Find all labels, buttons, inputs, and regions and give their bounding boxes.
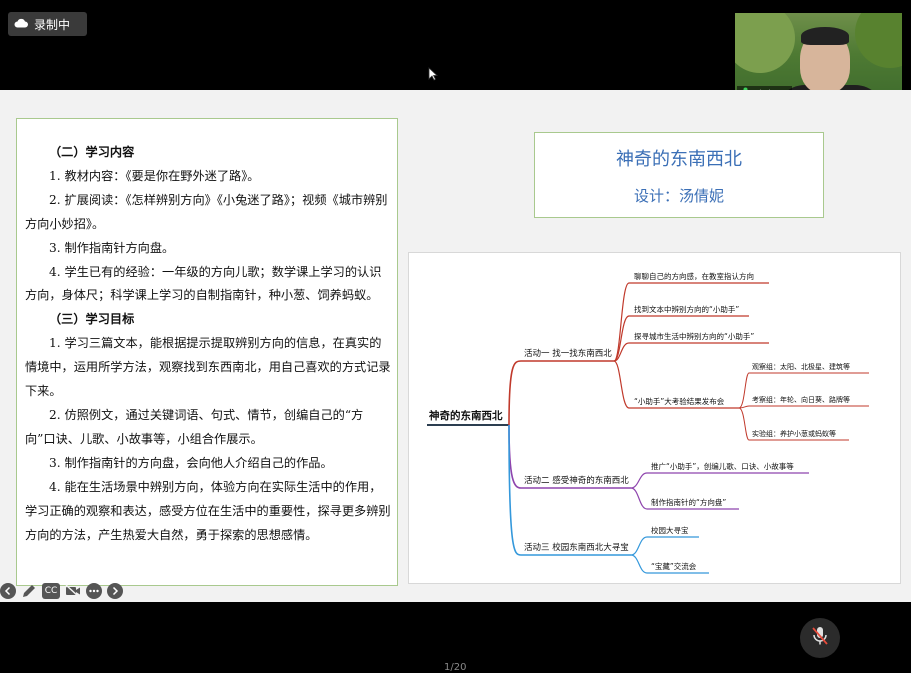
mindmap-root: 神奇的东南西北 [429, 409, 503, 422]
camera-off-icon[interactable] [65, 583, 81, 599]
branch-connector [508, 424, 522, 556]
branch-connector [508, 360, 522, 426]
pen-icon[interactable] [21, 583, 37, 599]
leaf-connector [613, 360, 630, 409]
leaf-label: 考察组：年轮、向日葵、路牌等 [752, 395, 850, 404]
leaf-label: “宝藏”交流会 [651, 561, 697, 571]
participant-figure [801, 27, 849, 45]
learning-content-panel: （二）学习内容 1. 教材内容：《要是你在野外迷了路》。 2. 扩展阅读：《怎样… [16, 118, 398, 586]
more-icon[interactable] [86, 583, 102, 599]
recording-label: 录制中 [34, 17, 71, 32]
lesson-title-box: 神奇的东南西北 设计：汤倩妮 [534, 132, 824, 218]
content-item: 1. 教材内容：《要是你在野外迷了路》。 [49, 168, 260, 183]
video-background [735, 13, 795, 73]
content-item: 3. 制作指南针方向盘。 [49, 240, 175, 255]
mic-muted-icon [811, 626, 829, 650]
bottom-bar: 1/20 [0, 602, 911, 673]
lesson-title: 神奇的东南西北 [616, 149, 742, 170]
next-icon[interactable] [107, 583, 123, 599]
shared-slide: （二）学习内容 1. 教材内容：《要是你在野外迷了路》。 2. 扩展阅读：《怎样… [0, 90, 911, 602]
section-heading: （三）学习目标 [49, 312, 135, 327]
cc-icon[interactable]: CC [42, 583, 60, 599]
video-background [855, 13, 902, 68]
cc-label: CC [44, 586, 58, 596]
section-heading: （二）学习内容 [49, 145, 135, 159]
leaf-connector [630, 554, 648, 574]
prev-icon[interactable] [0, 583, 16, 599]
content-item: 2. 扩展阅读：《怎样辨别方向》《小兔迷了路》；视频《城市辨别方向小妙招》。 [25, 192, 388, 231]
cloud-icon [14, 17, 28, 31]
branch-label: 活动二 感受神奇的东南西北 [524, 475, 629, 486]
leaf-label: 聊聊自己的方向感，在教室指认方向 [634, 271, 754, 281]
leaf-label: 制作指南针的“方向盘” [651, 497, 726, 507]
branch-connector [508, 424, 522, 489]
goal-item: 3. 制作指南针的方向盘，会向他人介绍自己的作品。 [49, 455, 333, 470]
leaf-label: 探寻城市生活中辨别方向的“小助手” [634, 331, 754, 341]
leaf-label: 找到文本中辨别方向的“小助手” [634, 304, 739, 314]
mouse-cursor-icon [428, 66, 439, 85]
top-bar: 录制中 陆志平 [0, 0, 911, 105]
mind-map: 神奇的东南西北 活动一 找一找东南西北 聊聊自己的方向感，在教室指认方向 找到文… [408, 252, 901, 584]
recording-badge[interactable]: 录制中 [8, 12, 87, 36]
lesson-designer: 设计：汤倩妮 [633, 187, 724, 205]
leaf-connector [613, 282, 630, 362]
goal-item: 1. 学习三篇文本，能根据提示提取辨别方向的信息，在真实的情境中，运用所学方法，… [25, 336, 391, 399]
leaf-connector [630, 536, 648, 556]
leaf-connector [630, 487, 648, 510]
goal-item: 2. 仿照例文，通过关键词语、句式、情节，创编自己的“方向”口诀、儿歌、小故事等… [25, 407, 364, 446]
goal-item: 4. 能在生活场景中辨别方向，体验方向在实际生活中的作用，学习正确的观察和表达，… [25, 479, 391, 542]
leaf-connector [630, 472, 648, 489]
branch-label: 活动一 找一找东南西北 [524, 348, 612, 359]
leaf-label: 推广“小助手”，创编儿歌、口诀、小故事等 [651, 461, 794, 471]
leaf-label: 校园大寻宝 [651, 525, 689, 535]
leaf-label: “小助手”大考验结果发布会 [634, 396, 725, 406]
content-item: 4. 学生已有的经验：一年级的方向儿歌；数学课上学习的认识方向，身体尺；科学课上… [25, 264, 382, 303]
leaf-label: 观察组：太阳、北极星、建筑等 [752, 362, 850, 371]
mute-toggle-button[interactable] [800, 618, 840, 658]
leaf-label: 实验组：养护小葱或蚂蚁等 [752, 429, 836, 438]
leaf-connector [738, 372, 750, 409]
leaf-connector [738, 407, 750, 441]
presentation-toolbar: CC [0, 583, 123, 599]
branch-label: 活动三 校园东南西北大寻宝 [524, 542, 629, 553]
